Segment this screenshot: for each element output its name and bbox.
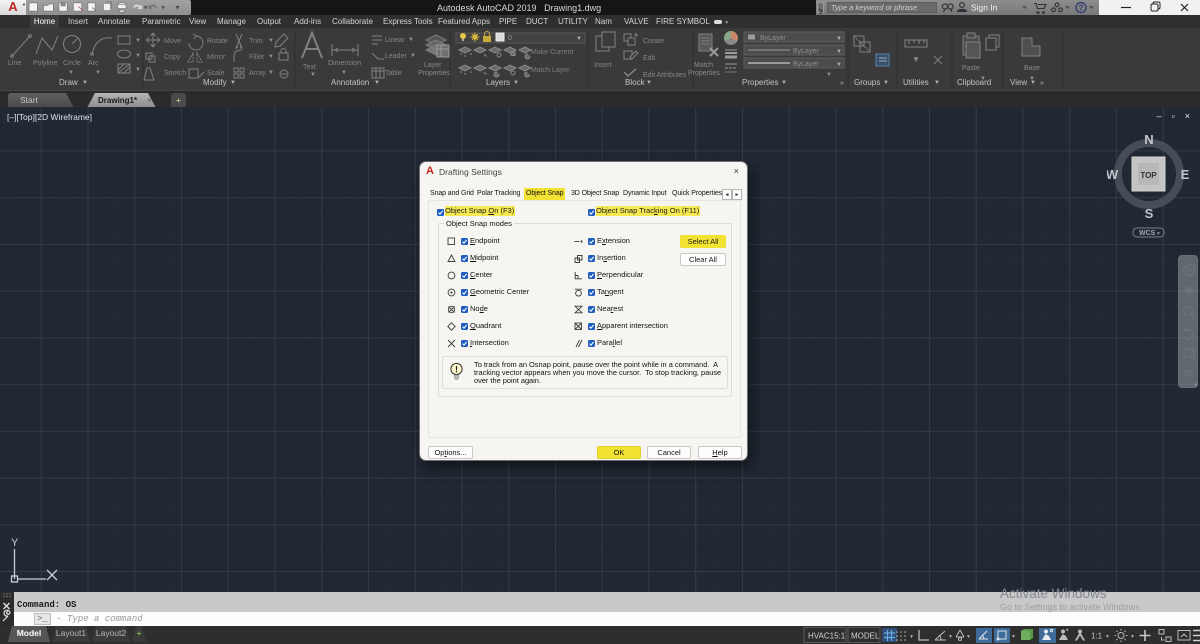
svg-text:Base: Base	[1024, 65, 1040, 72]
svg-text:▼: ▼	[310, 72, 316, 78]
svg-text:Leader: Leader	[385, 53, 407, 60]
svg-text:Mirror: Mirror	[207, 54, 226, 61]
svg-text:▼: ▼	[781, 80, 787, 86]
svg-text:▼: ▼	[1011, 634, 1016, 640]
svg-text:▼: ▼	[374, 80, 380, 86]
svg-text:▼: ▼	[268, 38, 274, 44]
svg-text:Stretch: Stretch	[164, 70, 186, 77]
svg-text:▼: ▼	[175, 5, 181, 12]
svg-text:▼: ▼	[135, 38, 141, 44]
svg-text:▼: ▼	[966, 634, 971, 640]
svg-text:Rotate: Rotate	[207, 38, 228, 45]
svg-text:Arc: Arc	[88, 60, 99, 67]
svg-text:▼: ▼	[836, 36, 842, 42]
svg-text:E: E	[1181, 167, 1190, 182]
svg-text:▼: ▼	[513, 80, 519, 86]
svg-text:N: N	[1144, 132, 1153, 147]
svg-text:▼: ▼	[1193, 383, 1199, 389]
svg-text:▼: ▼	[160, 5, 166, 12]
svg-text:View: View	[1010, 78, 1027, 87]
svg-text:TOP: TOP	[1140, 171, 1157, 180]
svg-text:Edit Attributes: Edit Attributes	[643, 72, 687, 79]
svg-text:Groups: Groups	[854, 78, 880, 87]
svg-text:▼: ▼	[1030, 80, 1036, 86]
svg-text:Dimension: Dimension	[328, 60, 361, 67]
svg-text:ByLayer: ByLayer	[793, 61, 819, 68]
svg-text:▼: ▼	[143, 5, 149, 12]
svg-text:▼: ▼	[934, 80, 940, 86]
svg-text:▼: ▼	[410, 53, 416, 59]
svg-text:W: W	[1107, 167, 1119, 182]
svg-text:Draw: Draw	[59, 78, 78, 87]
svg-text:Layers: Layers	[486, 78, 510, 87]
svg-text:▼: ▼	[576, 36, 582, 42]
svg-text:Polyline: Polyline	[33, 60, 58, 67]
svg-text:Y: Y	[11, 537, 19, 549]
svg-text:Properties: Properties	[688, 70, 720, 77]
svg-text:WCS: WCS	[1139, 230, 1156, 237]
svg-text:Linear: Linear	[385, 37, 405, 44]
svg-text:▼: ▼	[836, 62, 842, 68]
svg-text:Block: Block	[625, 78, 646, 87]
svg-text:▼: ▼	[883, 80, 889, 86]
svg-text:!: !	[455, 365, 458, 375]
svg-text:Match: Match	[694, 62, 713, 69]
svg-text:HVAC15:1: HVAC15:1	[808, 632, 846, 641]
svg-text:Create: Create	[643, 38, 664, 45]
svg-text:▼: ▼	[230, 80, 236, 86]
svg-text:▼: ▼	[68, 70, 74, 76]
svg-text:Trim: Trim	[249, 38, 263, 45]
svg-text:S: S	[1145, 206, 1154, 221]
svg-text:Circle: Circle	[63, 60, 81, 67]
svg-text:Sign In: Sign In	[971, 3, 998, 13]
svg-text:Copy: Copy	[164, 54, 181, 61]
svg-text:ByLayer: ByLayer	[760, 35, 786, 42]
svg-text:Table: Table	[385, 70, 402, 77]
svg-text:▼: ▼	[1156, 231, 1161, 237]
svg-text:▼: ▼	[1105, 634, 1110, 640]
svg-text:?: ?	[1079, 4, 1084, 13]
svg-text:▼: ▼	[82, 80, 88, 86]
svg-text:Match Layer: Match Layer	[531, 67, 570, 74]
svg-text:Utilities: Utilities	[903, 78, 929, 87]
svg-text:Properties: Properties	[418, 70, 450, 77]
svg-text:Modify: Modify	[203, 78, 227, 87]
svg-text:Properties: Properties	[742, 78, 778, 87]
svg-text:Layer: Layer	[424, 62, 442, 69]
svg-text:Text: Text	[303, 64, 316, 71]
svg-text:▼: ▼	[913, 57, 919, 63]
svg-text:▼: ▼	[646, 80, 652, 86]
svg-text:Line: Line	[8, 60, 21, 67]
svg-text:▼: ▼	[341, 70, 347, 76]
svg-text:▼: ▼	[836, 49, 842, 55]
svg-text:▼: ▼	[1130, 634, 1135, 640]
svg-text:▼: ▼	[95, 70, 101, 76]
svg-text:1:1: 1:1	[1091, 632, 1103, 641]
svg-text:Move: Move	[164, 38, 181, 45]
svg-text:▼: ▼	[268, 54, 274, 60]
svg-text:»: »	[1040, 80, 1044, 87]
svg-text:Clipboard: Clipboard	[957, 78, 991, 87]
svg-text:▼: ▼	[268, 70, 274, 76]
svg-text:Paste: Paste	[962, 65, 980, 72]
svg-text:▼: ▼	[948, 634, 953, 640]
svg-text:▼: ▼	[135, 53, 141, 59]
svg-text:Make Current: Make Current	[531, 49, 573, 56]
svg-text:Array: Array	[249, 70, 266, 77]
svg-text:Insert: Insert	[594, 62, 612, 69]
svg-text:»: »	[840, 80, 844, 87]
svg-text:Scale: Scale	[207, 70, 225, 77]
svg-text:Fillet: Fillet	[249, 54, 264, 61]
svg-text:Edit: Edit	[643, 55, 655, 62]
svg-text:MODEL: MODEL	[851, 632, 880, 641]
svg-text:▼: ▼	[408, 37, 414, 43]
svg-text:▼: ▼	[826, 72, 832, 78]
svg-text:0: 0	[508, 35, 512, 42]
svg-text:ByLayer: ByLayer	[793, 48, 819, 55]
svg-text:▼: ▼	[909, 634, 914, 640]
svg-text:▼: ▼	[135, 67, 141, 73]
svg-text:Annotation: Annotation	[331, 78, 369, 87]
